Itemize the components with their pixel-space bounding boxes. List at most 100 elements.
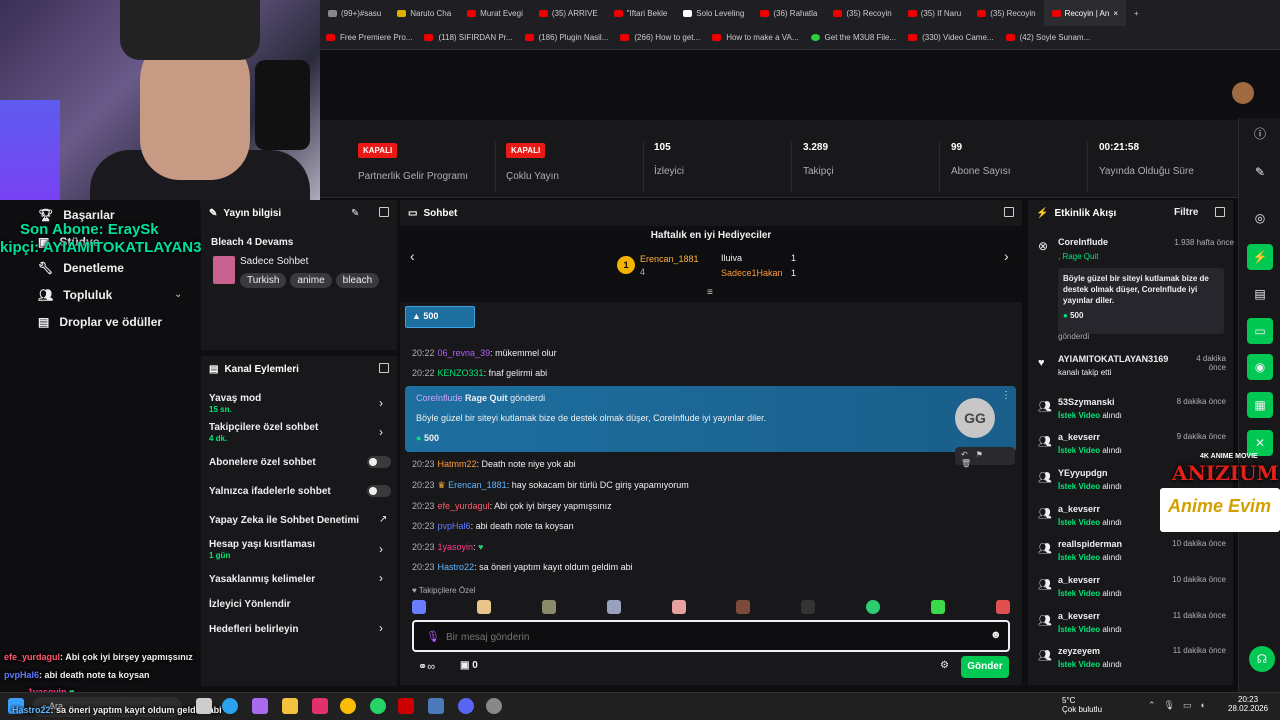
chevron-right-icon[interactable]: › (379, 621, 383, 635)
highlighted-gift-message[interactable]: CoreInflude Rage Quit gönderdi Böyle güz… (405, 386, 1016, 452)
bookmark[interactable]: (118) SIFIRDAN Pr... (418, 33, 518, 42)
support-icon[interactable]: ☊ (1249, 646, 1275, 672)
browser-tab[interactable]: (35) ARRIVE (531, 0, 606, 26)
clock[interactable]: 20:23 28.02.2026 (1228, 695, 1268, 713)
instagram-icon[interactable] (312, 698, 328, 714)
emote[interactable] (866, 600, 881, 614)
filter-button[interactable]: Filtre (1174, 207, 1198, 218)
browser-tab[interactable]: "Iftari Bekle (606, 0, 676, 26)
taskview-icon[interactable] (196, 698, 212, 714)
nav-community[interactable]: 👥︎ Topluluk (38, 288, 112, 302)
message-actions[interactable]: ↶⚑🗑︎ (955, 447, 1015, 468)
new-tab-button[interactable]: + (1126, 0, 1147, 26)
settings-icon[interactable] (486, 698, 502, 714)
emote[interactable] (995, 600, 1010, 614)
emote[interactable] (801, 600, 816, 614)
emote[interactable] (606, 600, 621, 614)
emote[interactable] (541, 600, 556, 614)
emote[interactable] (476, 600, 491, 614)
browser-tab[interactable]: (35) Recoyin (969, 0, 1043, 26)
edit-button[interactable]: ✎ (351, 208, 359, 219)
whatsapp-icon[interactable] (370, 698, 386, 714)
collapse-icon[interactable]: ≡ (707, 287, 713, 298)
tag[interactable]: bleach (335, 273, 380, 288)
account-age-action[interactable]: Hesap yaşı kısıtlaması 1 gün (209, 539, 315, 560)
goals-action[interactable]: Hedefleri belirleyin (209, 624, 298, 635)
app-icon[interactable] (428, 698, 444, 714)
external-link-icon[interactable]: ↗ (379, 514, 387, 525)
chevron-right-icon[interactable]: › (379, 396, 383, 410)
subs-only-toggle[interactable] (367, 456, 391, 468)
browser-tab[interactable]: (36) Rahatla (752, 0, 825, 26)
emoji-icon[interactable]: ☻ (990, 629, 1002, 641)
activity-event[interactable]: 👥︎ reallspiderman İstek Video alındı 10 dak… (1036, 539, 1226, 573)
edge-icon[interactable] (222, 698, 238, 714)
opera-icon[interactable] (398, 698, 414, 714)
discord-icon[interactable] (458, 698, 474, 714)
followers-only-action[interactable]: Takipçilere özel sohbet 4 dk. (209, 422, 318, 443)
chevron-right-icon[interactable]: › (379, 571, 383, 585)
chevron-right-icon[interactable]: › (1004, 248, 1009, 264)
gifter-name[interactable]: Iluiva (721, 253, 742, 263)
more-icon[interactable]: ⋮ (1001, 390, 1011, 401)
emote[interactable] (736, 600, 751, 614)
activity-top-event[interactable]: ⊗ CoreInflude 1.938 hafta önce , Rage Qu… (1036, 236, 1234, 341)
emote[interactable] (412, 600, 426, 614)
chevron-right-icon[interactable]: › (379, 542, 383, 556)
broadcast-icon[interactable]: ◉ (1247, 354, 1273, 380)
browser-tab[interactable]: (35) Recoyin (825, 0, 899, 26)
chevron-down-icon[interactable]: ⌄ (174, 289, 182, 300)
bookmark[interactable]: How to make a VA... (706, 33, 804, 42)
chat-icon[interactable]: ▭ (1247, 318, 1273, 344)
bookmark[interactable]: (330) Video Came... (902, 33, 999, 42)
gifter-name[interactable]: Sadece1Hakan (721, 268, 783, 278)
lightning-icon[interactable]: ⚡ (1247, 244, 1273, 270)
copilot-icon[interactable] (252, 698, 268, 714)
popout-icon[interactable] (379, 363, 389, 373)
target-icon[interactable]: ◎ (1252, 210, 1268, 226)
avatar[interactable] (1232, 82, 1254, 104)
send-button[interactable]: Gönder (961, 656, 1009, 678)
banned-words-action[interactable]: Yasaklanmış kelimeler (209, 574, 315, 585)
browser-tab[interactable]: Murat Evegi (459, 0, 531, 26)
chevron-left-icon[interactable]: ‹ (410, 248, 415, 264)
mic-icon[interactable]: 🎙︎ (426, 630, 440, 643)
layout-icon[interactable]: ▦ (1247, 392, 1273, 418)
channel-points[interactable]: ▣ 0 (460, 660, 478, 671)
nav-achievements[interactable]: 🏆︎ Başarılar (38, 208, 115, 222)
browser-tab[interactable]: (99+)#sasu (320, 0, 389, 26)
chat-input-box[interactable]: 🎙︎ ☻ (412, 620, 1010, 652)
category-name[interactable]: Sadece Sohbet (240, 256, 308, 267)
bookmark[interactable]: (266) How to get... (614, 33, 706, 42)
popout-icon[interactable] (1004, 207, 1014, 217)
tag[interactable]: Turkish (240, 273, 287, 288)
pinned-gift[interactable]: ▲ 500 (405, 306, 475, 328)
browser-tab[interactable]: Solo Leveling (675, 0, 752, 26)
nav-drops[interactable]: ▤ Droplar ve ödüller (38, 315, 162, 329)
bookmark[interactable]: Get the M3U8 File... (805, 33, 903, 42)
browser-tab[interactable]: Naruto Cha (389, 0, 459, 26)
bookmark[interactable]: (186) Plugin Nasil... (519, 33, 615, 42)
activity-event[interactable]: 👥︎ a_kevserr İstek Video alındı 11 dakika ö… (1036, 611, 1226, 645)
activity-event[interactable]: 👥︎ a_kevserr İstek Video alındı 10 dakika ö… (1036, 575, 1226, 609)
ai-moderation-action[interactable]: Yapay Zeka ile Sohbet Denetimi (209, 515, 359, 526)
popout-icon[interactable] (379, 207, 389, 217)
bookmark[interactable]: (42) Soyle Sunam... (1000, 33, 1097, 42)
chrome-icon[interactable] (340, 698, 356, 714)
chat-input[interactable] (446, 628, 966, 646)
settings-icon[interactable]: ⚙ (940, 660, 949, 671)
emote[interactable] (671, 600, 686, 614)
info-icon[interactable]: ⓘ (1252, 126, 1268, 142)
tray-icons[interactable]: ⌃🎙︎▭◖ (1148, 700, 1213, 711)
emote[interactable] (931, 600, 945, 614)
bookmark[interactable]: Free Premiere Pro... (320, 33, 418, 42)
link-icon[interactable]: ⚭∞ (418, 660, 435, 673)
document-icon[interactable]: ▤ (1252, 286, 1268, 302)
nav-moderation[interactable]: 🔧︎ Denetleme (38, 261, 124, 275)
activity-event[interactable]: 👥︎ zeyzeyem İstek Video alındı 11 dakika ön… (1036, 646, 1226, 680)
slow-mode-action[interactable]: Yavaş mod 15 sn. (209, 393, 261, 414)
browser-tab-active[interactable]: Recoyin | An × (1043, 0, 1127, 26)
raid-action[interactable]: İzleyici Yönlendir (209, 599, 291, 610)
gifter-name[interactable]: Erencan_1881 (640, 254, 699, 264)
emote-only-toggle[interactable] (367, 485, 391, 497)
